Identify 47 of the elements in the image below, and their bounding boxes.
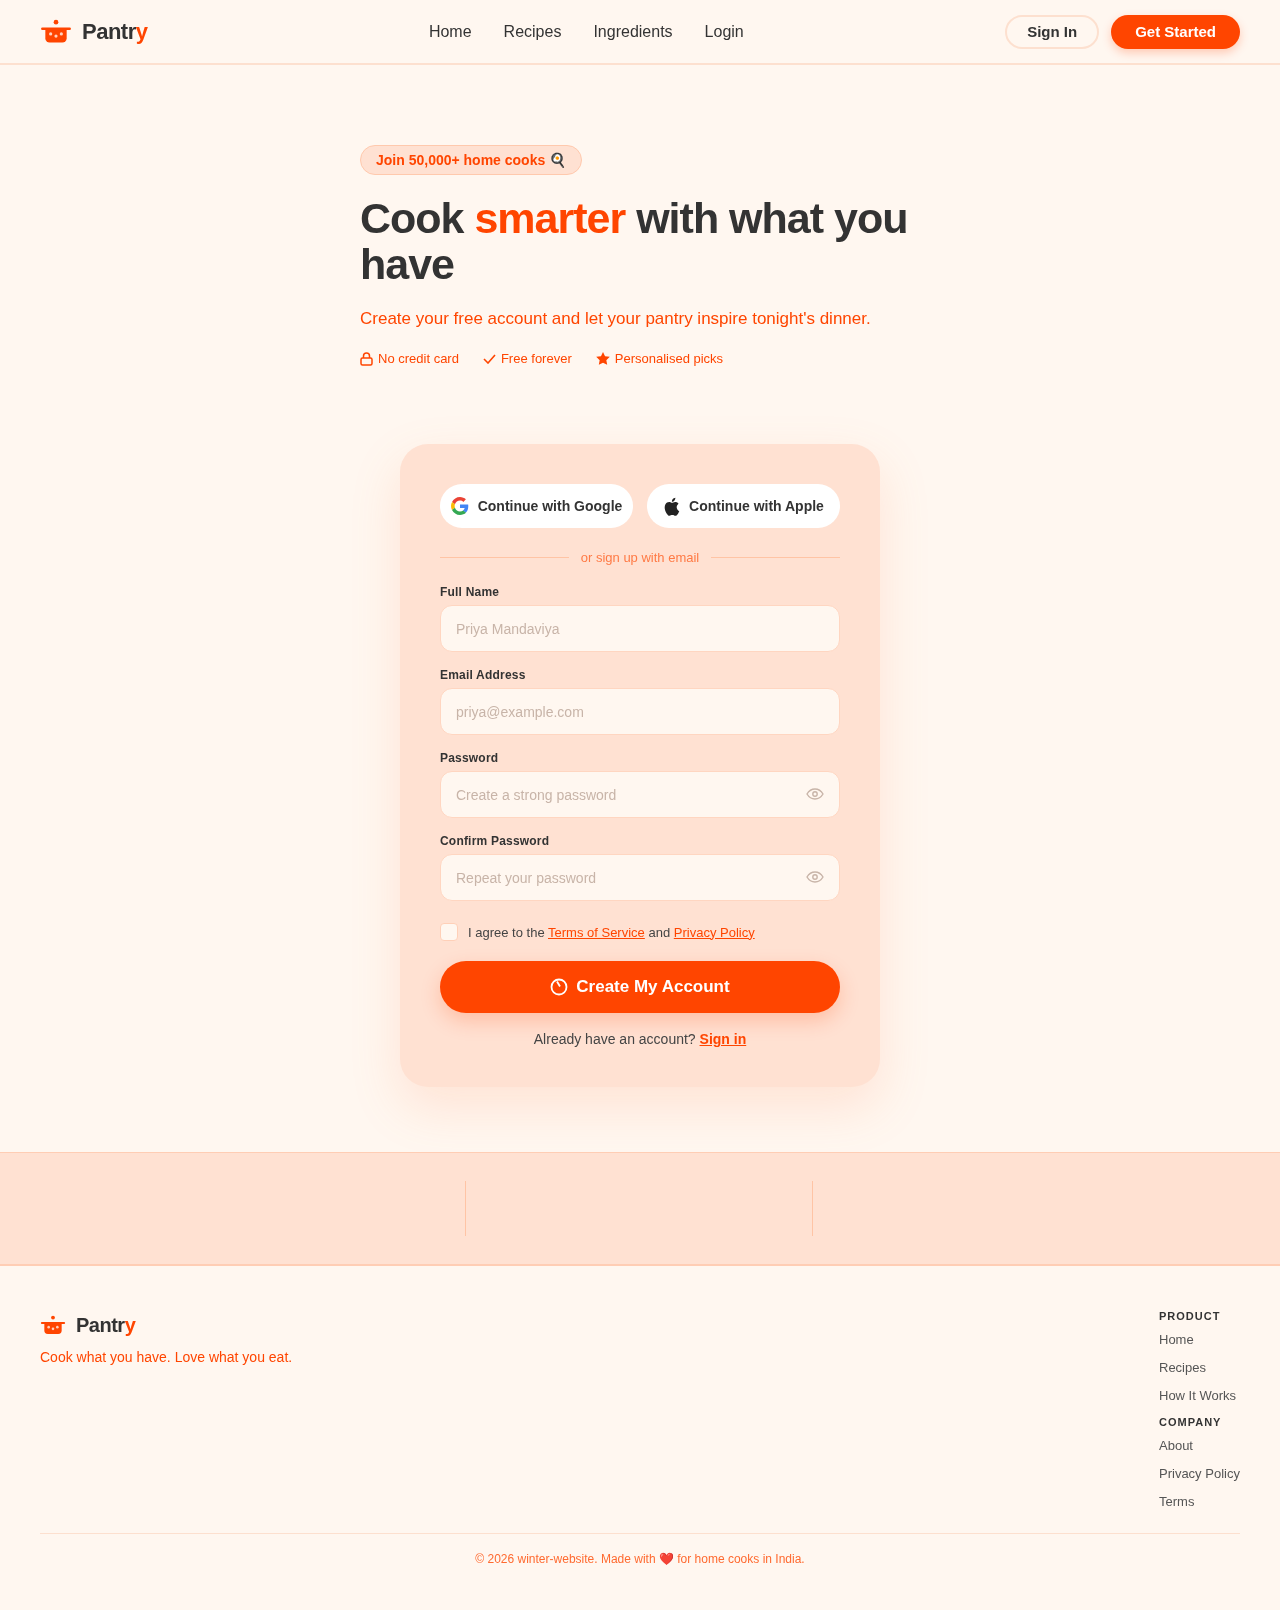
perk-label: Personalised picks	[614, 351, 724, 366]
promo-badge: Join 50,000+ home cooks 🍳	[360, 145, 583, 175]
agree-text: I agree to the Terms of Service and Privacy Policy	[468, 924, 755, 940]
field-label: Full Name	[440, 585, 501, 599]
hero-subtitle: Create your free account and let your pantry inspire tonight's dinner.	[360, 309, 872, 329]
eye-icon[interactable]	[806, 788, 824, 800]
footer-link[interactable]: Home	[1159, 1332, 1240, 1347]
hero-headline: Cook smarter with what you have	[360, 195, 909, 287]
nav-link[interactable]: Login	[704, 22, 744, 41]
pot-logo-icon	[40, 18, 72, 45]
nav-link[interactable]: Recipes	[503, 22, 562, 41]
input-field[interactable]: Priya Mandaviya	[440, 605, 840, 652]
footer-column-title: COMPANY	[1159, 1416, 1223, 1428]
nav-link[interactable]: Home	[428, 22, 472, 41]
sign-in-button[interactable]: Sign In	[1005, 14, 1100, 49]
lock-icon	[360, 351, 373, 366]
footer-column-title: PRODUCT	[1159, 1310, 1222, 1322]
input-field[interactable]: Create a strong password	[440, 771, 840, 818]
perk-label: Free forever	[500, 351, 572, 366]
apple-icon	[663, 496, 681, 516]
perk-label: No credit card	[378, 351, 459, 366]
pot-logo-icon	[40, 1315, 66, 1336]
agree-checkbox[interactable]	[440, 923, 458, 941]
social-sign-in-button[interactable]: Continue with Apple	[647, 484, 840, 528]
field-label: Confirm Password	[440, 834, 551, 848]
footer-link[interactable]: How It Works	[1159, 1388, 1240, 1403]
footer-tagline: Cook what you have. Love what you eat.	[40, 1349, 293, 1365]
footer-link[interactable]: Recipes	[1159, 1360, 1240, 1375]
field-label: Password	[440, 751, 500, 765]
google-icon	[450, 497, 469, 515]
sign-in-prompt: Already have an account? Sign in	[532, 1031, 748, 1047]
input-field[interactable]: Repeat your password	[440, 854, 840, 901]
nav-link[interactable]: Ingredients	[593, 22, 673, 41]
eye-icon[interactable]	[806, 871, 824, 883]
brand-name[interactable]: Pantry	[82, 18, 148, 45]
copyright-text: © 2026 winter-website. Made with ❤ for home cooks in India.	[40, 1533, 1240, 1584]
field-label: Email Address	[440, 668, 527, 682]
footer-link[interactable]: Privacy Policy	[1159, 1466, 1240, 1481]
brand-name[interactable]: Pantry	[76, 1314, 136, 1337]
star-icon	[595, 352, 610, 365]
input-field[interactable]: priya@example.com	[440, 688, 840, 735]
timer-icon	[550, 978, 569, 996]
social-sign-in-button[interactable]: Continue with Google	[440, 484, 633, 528]
divider-text: or sign up with email	[580, 550, 700, 565]
footer-link[interactable]: About	[1159, 1438, 1240, 1453]
check-icon	[482, 353, 496, 364]
footer-link[interactable]: Terms	[1159, 1494, 1240, 1509]
